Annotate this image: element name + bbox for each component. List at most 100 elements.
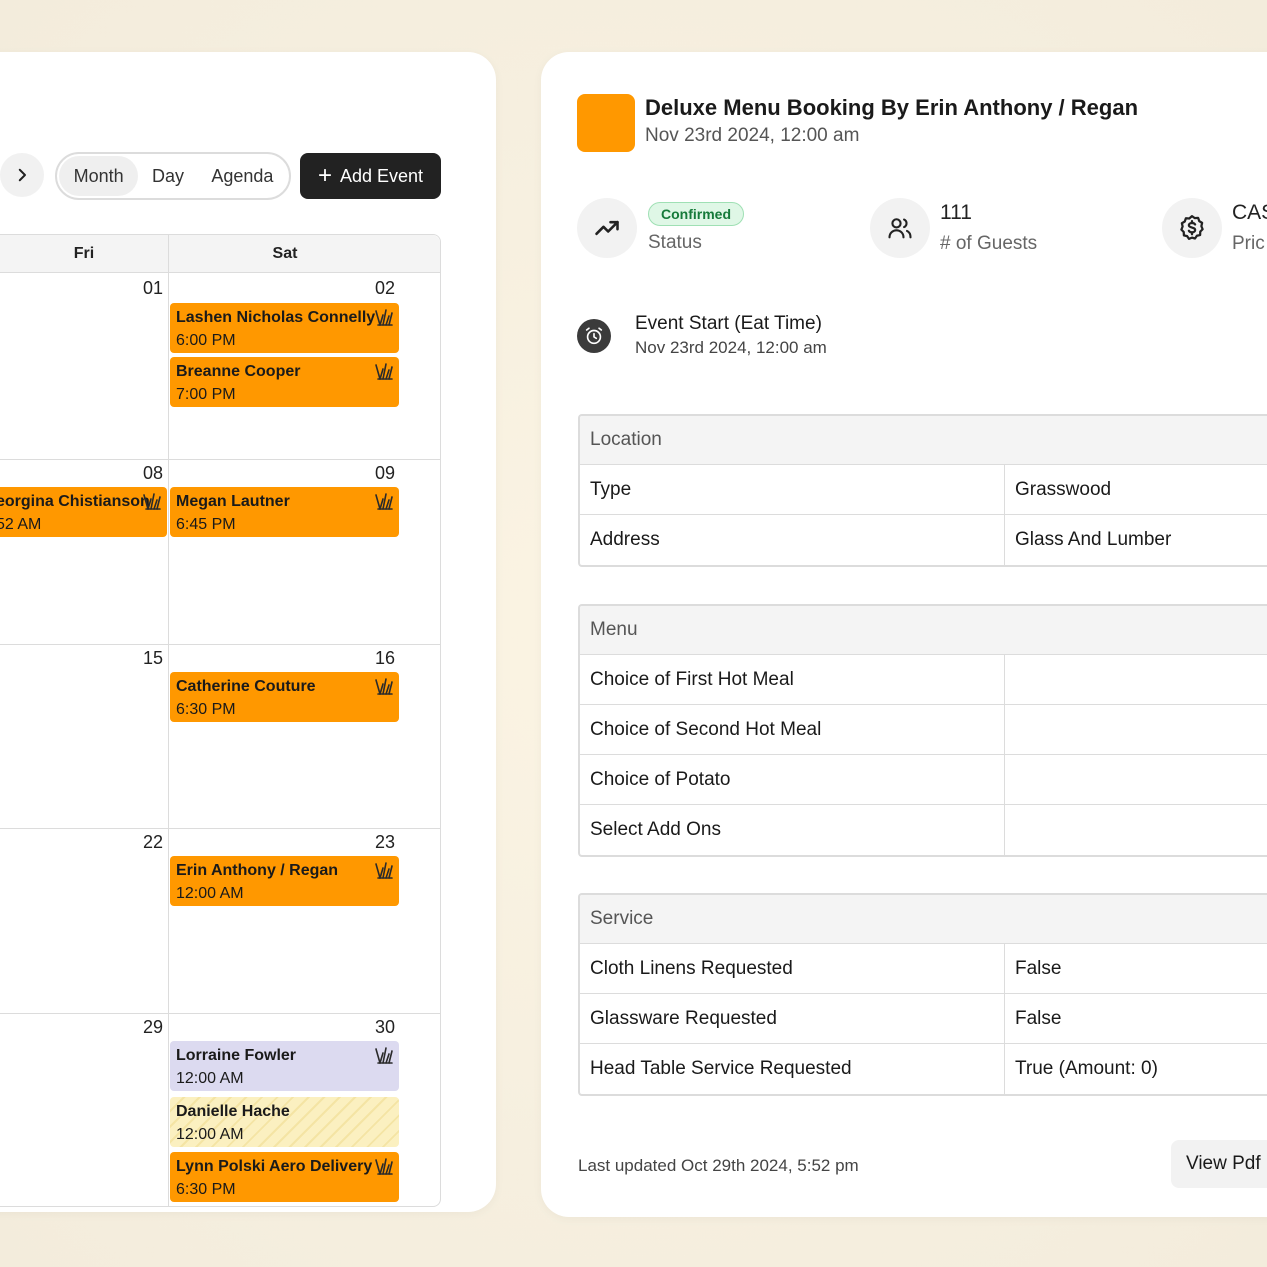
table-key: Type [580,465,1005,514]
grass-icon [375,309,393,326]
table-value: False [1015,957,1062,979]
view-agenda-option[interactable]: Agenda [198,156,287,196]
calendar-event[interactable]: eorgina Chistianson 52 AM [0,487,167,537]
calendar-event[interactable]: Catherine Couture 6:30 PM [170,672,399,722]
date-cell-number[interactable]: 29 [123,1017,163,1038]
last-updated-text: Last updated Oct 29th 2024, 5:52 pm [578,1156,859,1175]
date-cell-number[interactable]: 01 [123,278,163,299]
table-row: Address Glass And Lumber [580,515,1267,565]
view-day-option[interactable]: Day [138,156,197,196]
users-icon [888,218,912,239]
day-header-fri: Fri [73,245,95,262]
event-name: eorgina Chistianson [0,493,150,510]
row-divider [0,644,440,645]
calendar-event[interactable]: Lashen Nicholas Connelly 6:00 PM [170,303,399,353]
guests-icon-circle [870,198,930,258]
table-value [1005,705,1267,754]
alarm-icon-circle [577,319,611,353]
table-key: Select Add Ons [580,805,1005,855]
table-key: Cloth Linens Requested [580,944,1005,993]
table-value: Grasswood [1015,478,1112,500]
price-value: CAS [1232,201,1267,224]
table-key: Choice of Second Hot Meal [580,705,1005,754]
grass-icon [375,678,393,695]
event-start-date: Nov 23rd 2024, 12:00 am [635,338,827,357]
table-row: Choice of Potato [580,755,1267,805]
price-icon-circle [1162,198,1222,258]
event-name: Danielle Hache [176,1103,290,1120]
calendar-event[interactable]: Megan Lautner 6:45 PM [170,487,399,537]
table-row: Glassware Requested False [580,994,1267,1044]
guests-label: # of Guests [940,233,1038,254]
calendar-event[interactable]: Danielle Hache 12:00 AM [170,1097,399,1147]
date-cell-number[interactable]: 08 [123,463,163,484]
calendar-grid: Fri Sat 01 08 15 22 29 02 09 16 23 30 La… [0,234,441,1207]
next-month-button[interactable] [0,153,44,197]
table-value: True (Amount: 0) [1015,1058,1158,1079]
table-value [1005,805,1267,855]
add-event-label: Add Event [339,165,424,186]
menu-table: Menu Choice of First Hot Meal Choice of … [578,604,1267,857]
date-cell-number[interactable]: 22 [123,832,163,853]
event-time: 12:00 AM [176,1070,244,1087]
chevron-right-icon [18,168,26,182]
event-time: 12:00 AM [176,1126,244,1143]
event-name: Lorraine Fowler [176,1047,297,1064]
calendar-event[interactable]: Lorraine Fowler 12:00 AM [170,1041,399,1091]
table-value [1005,755,1267,804]
price-label: Pric [1232,233,1265,254]
menu-table-heading: Menu [580,606,1267,655]
grass-icon [143,493,161,510]
event-time: 6:30 PM [176,1181,236,1198]
calendar-event[interactable]: Breanne Cooper 7:00 PM [170,357,399,407]
calendar-header-row: Fri Sat [0,235,440,273]
table-key: Address [580,515,1005,565]
date-cell-number[interactable]: 23 [355,832,395,853]
calendar-event[interactable]: Lynn Polski Aero Delivery 6:30 PM [170,1152,399,1202]
event-name: Megan Lautner [176,493,290,510]
calendar-card: Month Day Agenda + Add Event Fri Sat 01 … [0,52,496,1212]
row-divider [0,459,440,460]
grass-icon [375,493,393,510]
trending-up-icon [595,220,619,236]
event-name: Catherine Couture [176,678,316,695]
status-badge: Confirmed [648,202,744,226]
event-name: Lashen Nicholas Connelly [176,309,376,326]
view-toggle: Month Day Agenda [55,152,291,200]
table-row: Head Table Service Requested True (Amoun… [580,1044,1267,1094]
booking-title: Deluxe Menu Booking By Erin Anthony / Re… [645,95,1139,120]
table-row: Choice of First Hot Meal [580,655,1267,705]
table-key: Glassware Requested [580,994,1005,1043]
date-cell-number[interactable]: 09 [355,463,395,484]
day-header-sat: Sat [272,245,298,262]
event-name: Erin Anthony / Regan [176,862,339,879]
grass-icon [375,363,393,380]
row-divider [0,828,440,829]
table-value: False [1015,1007,1062,1029]
table-row: Type Grasswood [580,465,1267,515]
date-cell-number[interactable]: 02 [355,278,395,299]
event-time: 52 AM [0,516,42,533]
table-key: Choice of First Hot Meal [580,655,1005,704]
table-row: Choice of Second Hot Meal [580,705,1267,755]
event-time: 6:45 PM [176,516,236,533]
view-pdf-button[interactable]: View Pdf [1171,1140,1267,1188]
table-key: Head Table Service Requested [580,1044,1005,1094]
date-cell-number[interactable]: 16 [355,648,395,669]
grass-icon [375,1047,393,1064]
date-cell-number[interactable]: 30 [355,1017,395,1038]
event-name: Breanne Cooper [176,363,301,380]
view-month-option[interactable]: Month [59,156,139,196]
booking-date: Nov 23rd 2024, 12:00 am [645,125,860,146]
calendar-event[interactable]: Erin Anthony / Regan 12:00 AM [170,856,399,906]
date-cell-number[interactable]: 15 [123,648,163,669]
add-event-button[interactable]: + Add Event [300,153,441,199]
row-divider [0,1013,440,1014]
table-value: Glass And Lumber [1015,529,1172,550]
event-time: 6:30 PM [176,701,236,718]
column-divider [168,235,169,1206]
status-label: Status [648,232,702,253]
grass-icon [375,862,393,879]
dollar-badge-icon [1180,215,1204,240]
booking-color-swatch [577,94,635,152]
